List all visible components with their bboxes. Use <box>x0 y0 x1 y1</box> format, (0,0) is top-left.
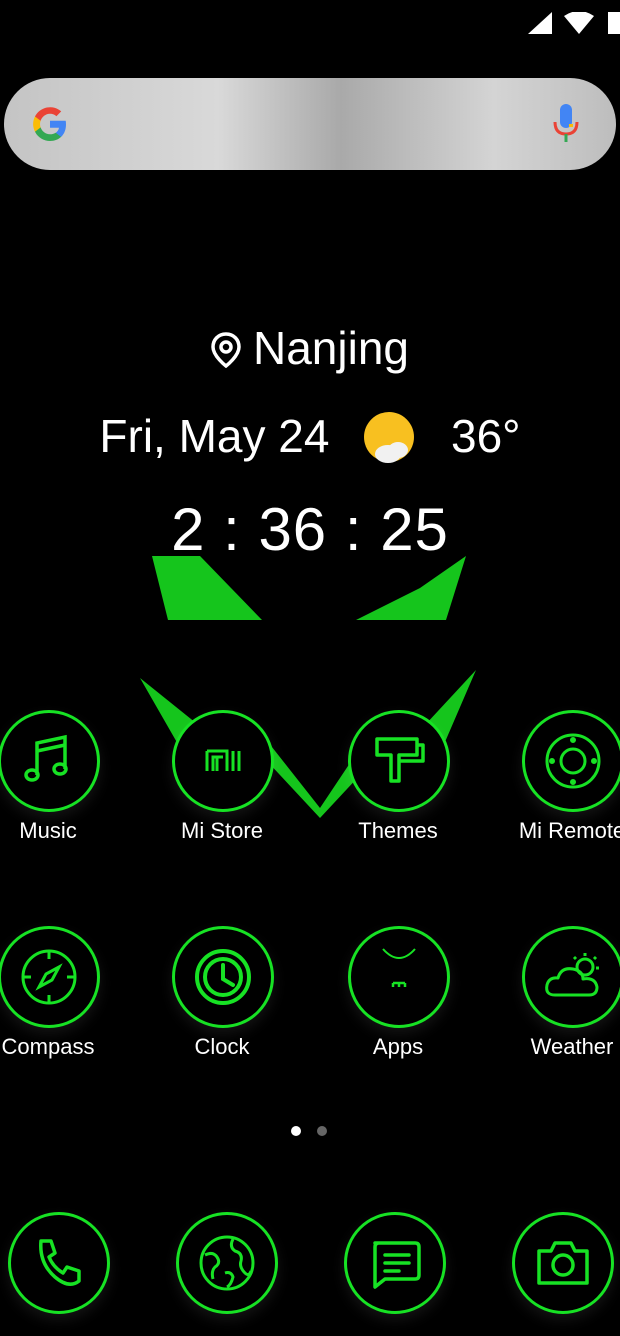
location-name: Nanjing <box>253 322 409 374</box>
app-label: Clock <box>194 1034 250 1059</box>
browser-globe-icon <box>176 1212 278 1314</box>
weather-icon <box>522 926 620 1028</box>
app-label: Compass <box>1 1034 95 1059</box>
clock-icon <box>172 926 274 1028</box>
time-text: 2 : 36 : 25 <box>171 496 449 563</box>
shopping-bag-icon <box>348 926 450 1028</box>
location-row: Nanjing <box>0 318 620 378</box>
app-label: Apps <box>372 1034 424 1059</box>
wallpaper-face <box>140 556 476 818</box>
app-label: Music <box>19 818 77 843</box>
messages-icon <box>344 1212 446 1314</box>
date-text: Fri, May 24 <box>99 410 330 462</box>
phone-icon <box>8 1212 110 1314</box>
app-label: Mi Remote <box>518 818 620 843</box>
compass-icon <box>0 926 100 1028</box>
app-label: Themes <box>358 818 438 843</box>
page-dot-active[interactable] <box>291 1126 301 1136</box>
music-icon <box>0 710 100 812</box>
page-dot[interactable] <box>317 1126 327 1136</box>
camera-icon <box>512 1212 614 1314</box>
app-label: Mi Store <box>181 818 263 843</box>
location-pin-icon <box>211 332 241 369</box>
date-weather-row: Fri, May 24 36° <box>0 406 620 480</box>
app-label: Weather <box>530 1034 614 1059</box>
remote-icon <box>522 710 620 812</box>
mi-store-icon <box>172 710 274 812</box>
sunny-cloud-icon <box>362 410 418 480</box>
paint-roller-icon <box>348 710 450 812</box>
temperature-text: 36° <box>451 410 521 462</box>
